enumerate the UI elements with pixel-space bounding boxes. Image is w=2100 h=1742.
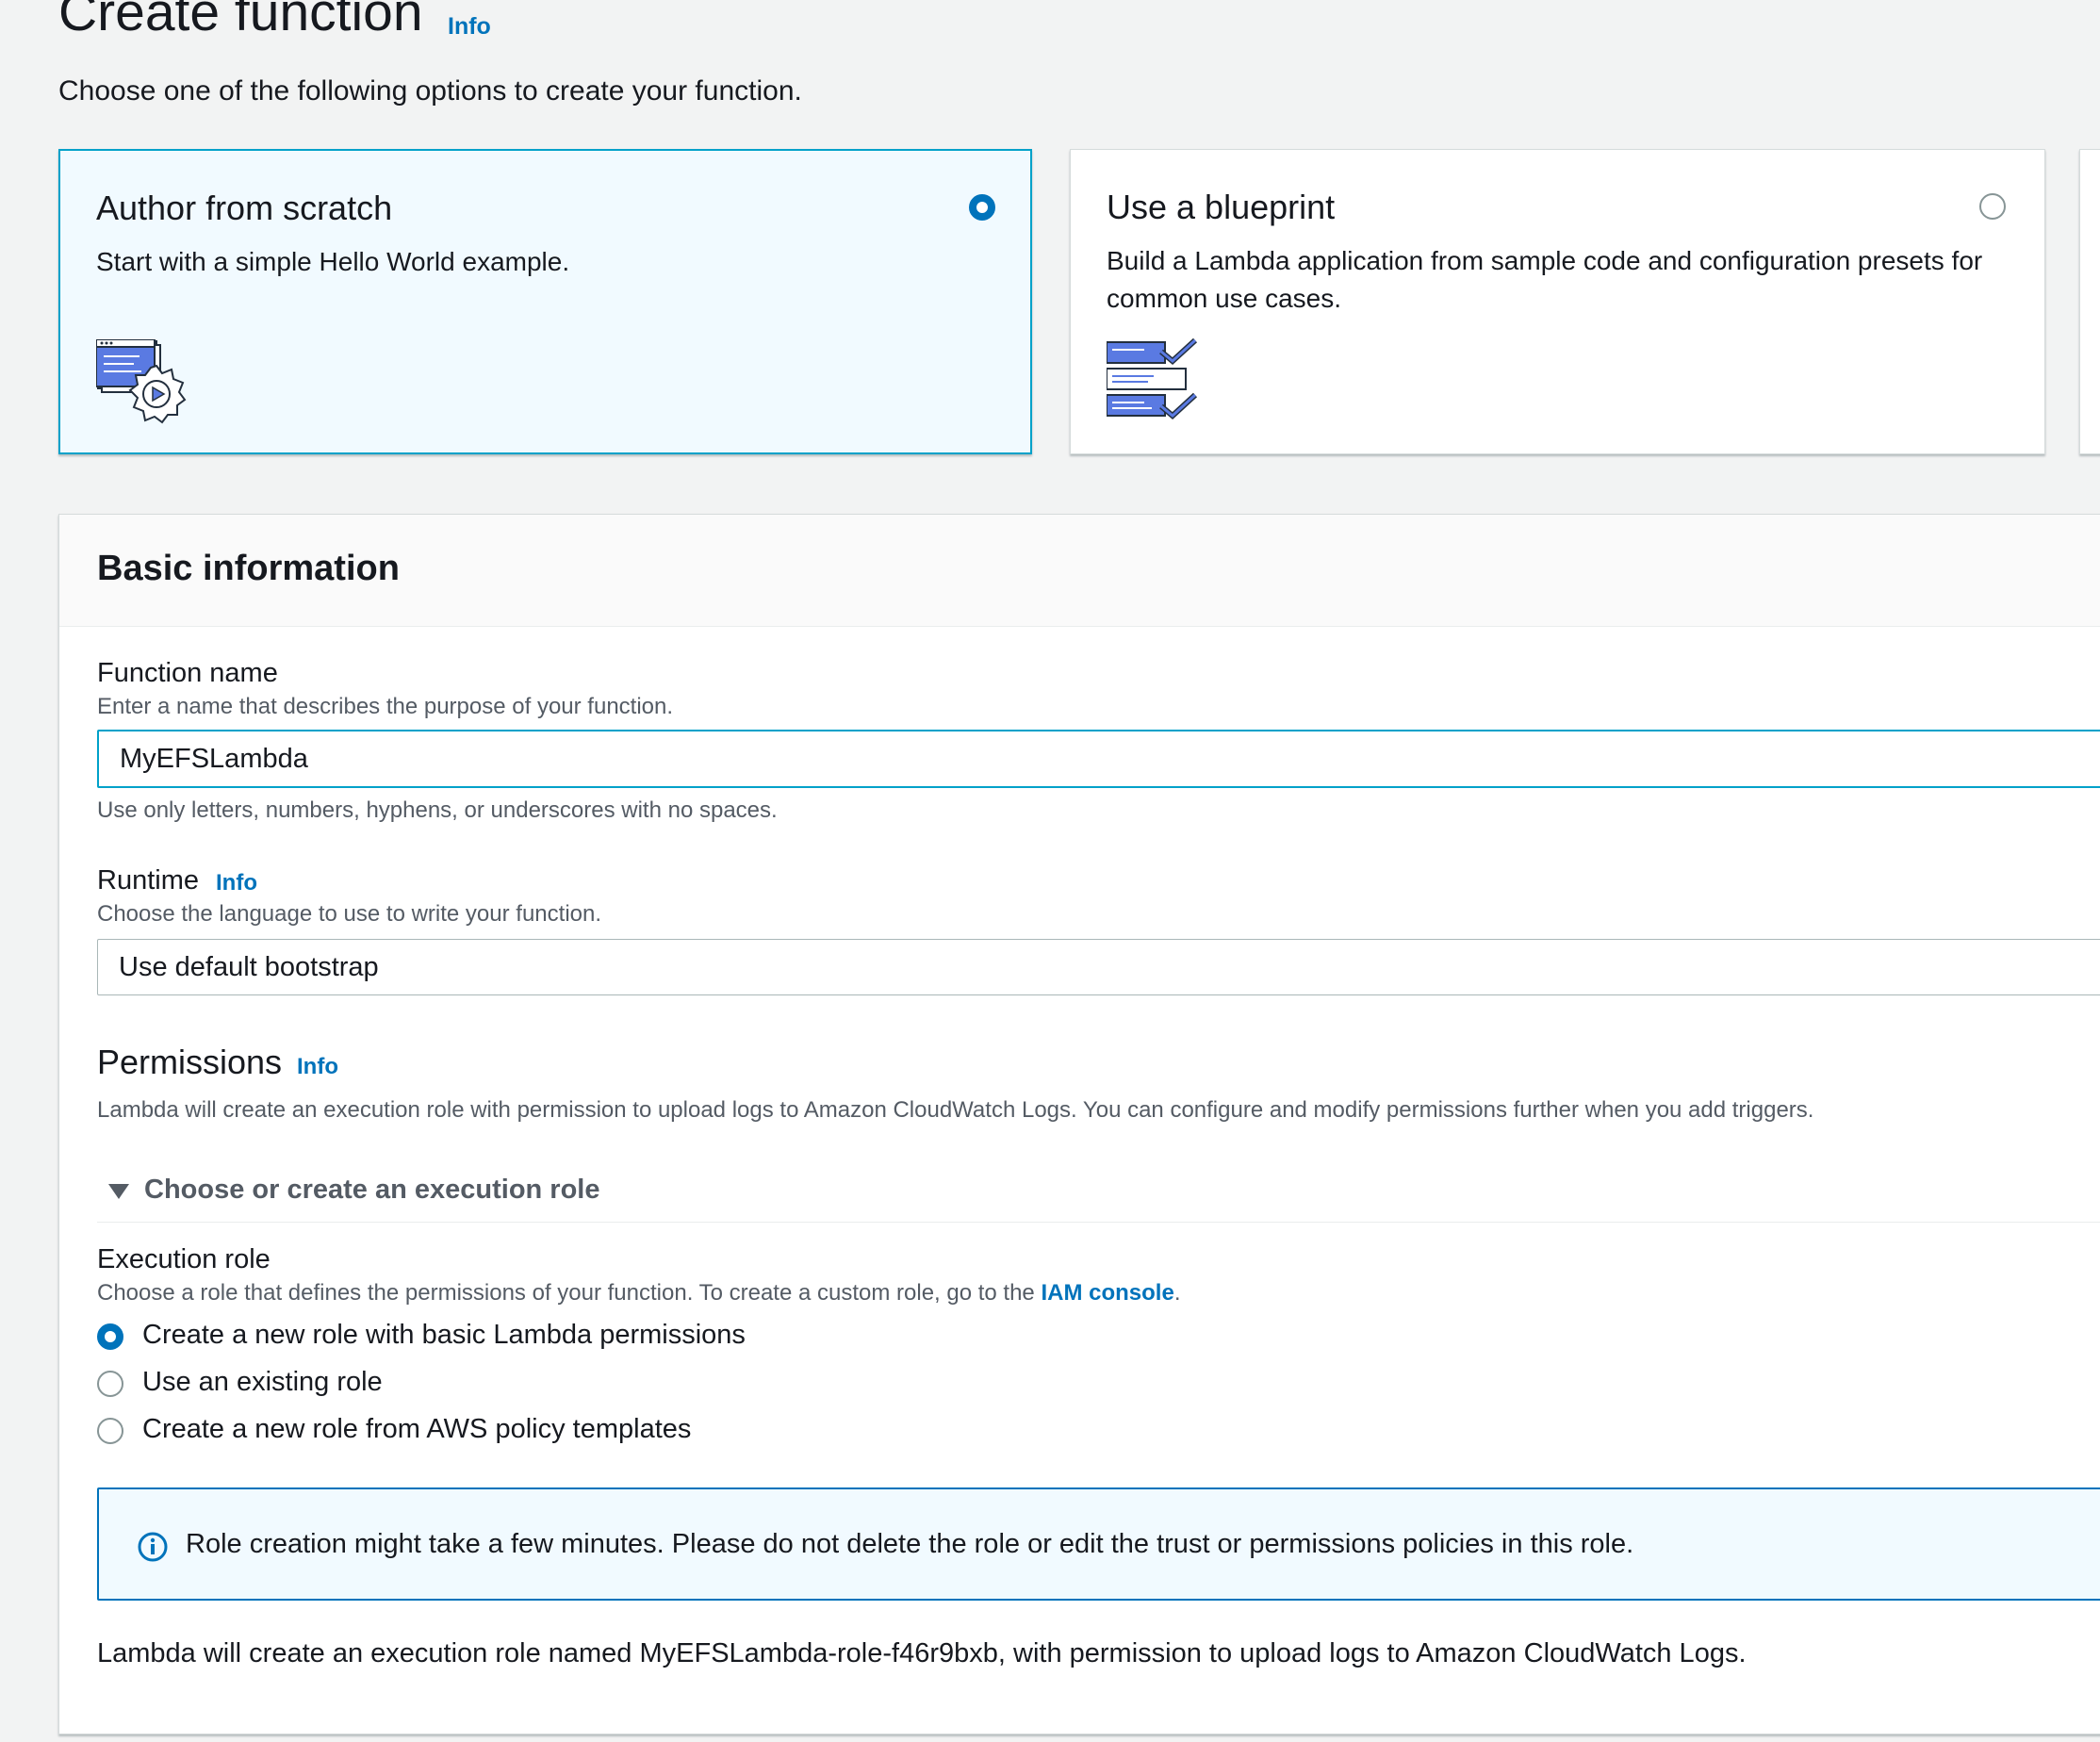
option-description: Build a Lambda application from sample c… <box>1107 246 1983 313</box>
expander-label: Choose or create an execution role <box>144 1175 600 1205</box>
iam-console-link[interactable]: IAM console <box>1041 1280 1173 1306</box>
info-circle-icon <box>137 1531 169 1568</box>
code-gear-icon <box>95 338 190 435</box>
permissions-title: Permissions <box>97 1043 283 1081</box>
permissions-info-link[interactable]: Info <box>297 1054 338 1080</box>
role-label-new-basic[interactable]: Create a new role with basic Lambda perm… <box>142 1320 746 1351</box>
option-card-partial[interactable] <box>2079 149 2100 454</box>
role-radio-templates[interactable] <box>97 1418 123 1444</box>
role-radio-existing[interactable] <box>97 1371 123 1397</box>
execution-role-description: Choose a role that defines the permissio… <box>97 1280 1180 1306</box>
option-title: Author from scratch <box>96 189 393 227</box>
panel-title: Basic information <box>97 549 400 588</box>
option-radio-selected[interactable] <box>969 194 995 221</box>
basic-information-panel: Basic information Function name Enter a … <box>58 514 2100 1734</box>
execution-role-description-text: Choose a role that defines the permissio… <box>97 1280 1042 1306</box>
checklist-icon <box>1106 337 1201 428</box>
page-subtitle: Choose one of the following options to c… <box>58 75 802 107</box>
runtime-select[interactable]: Use default bootstrap <box>97 939 2100 995</box>
function-name-description: Enter a name that describes the purpose … <box>97 694 674 719</box>
permissions-description: Lambda will create an execution role wit… <box>97 1097 1814 1123</box>
page-info-link[interactable]: Info <box>448 13 491 41</box>
option-title: Use a blueprint <box>1107 188 1336 226</box>
execution-role-label: Execution role <box>97 1244 271 1274</box>
panel-header: Basic information <box>59 515 2100 627</box>
runtime-description: Choose the language to use to write your… <box>97 901 602 927</box>
function-name-label: Function name <box>97 658 278 688</box>
execution-role-expander[interactable]: Choose or create an execution role <box>97 1175 2100 1223</box>
option-author-from-scratch[interactable]: Author from scratch Start with a simple … <box>58 149 1032 454</box>
role-label-templates[interactable]: Create a new role from AWS policy templa… <box>142 1414 691 1445</box>
alert-message: Role creation might take a few minutes. … <box>186 1529 1634 1559</box>
function-name-constraint: Use only letters, numbers, hyphens, or u… <box>97 797 778 823</box>
role-summary-text: Lambda will create an execution role nam… <box>97 1638 1747 1668</box>
runtime-select-value: Use default bootstrap <box>119 951 379 982</box>
execution-role-description-suffix: . <box>1173 1280 1181 1306</box>
function-name-input[interactable] <box>97 730 2100 788</box>
caret-down-icon <box>108 1184 129 1199</box>
role-creation-alert: Role creation might take a few minutes. … <box>97 1487 2100 1601</box>
role-radio-new-basic[interactable] <box>97 1323 123 1350</box>
option-use-a-blueprint[interactable]: Use a blueprint Build a Lambda applicati… <box>1070 149 2045 454</box>
runtime-info-link[interactable]: Info <box>216 870 257 896</box>
option-description: Start with a simple Hello World example. <box>96 247 570 276</box>
page-title: Create function <box>58 0 423 42</box>
runtime-label: Runtime <box>97 865 199 896</box>
role-label-existing[interactable]: Use an existing role <box>142 1367 383 1398</box>
option-radio[interactable] <box>1979 193 2006 220</box>
